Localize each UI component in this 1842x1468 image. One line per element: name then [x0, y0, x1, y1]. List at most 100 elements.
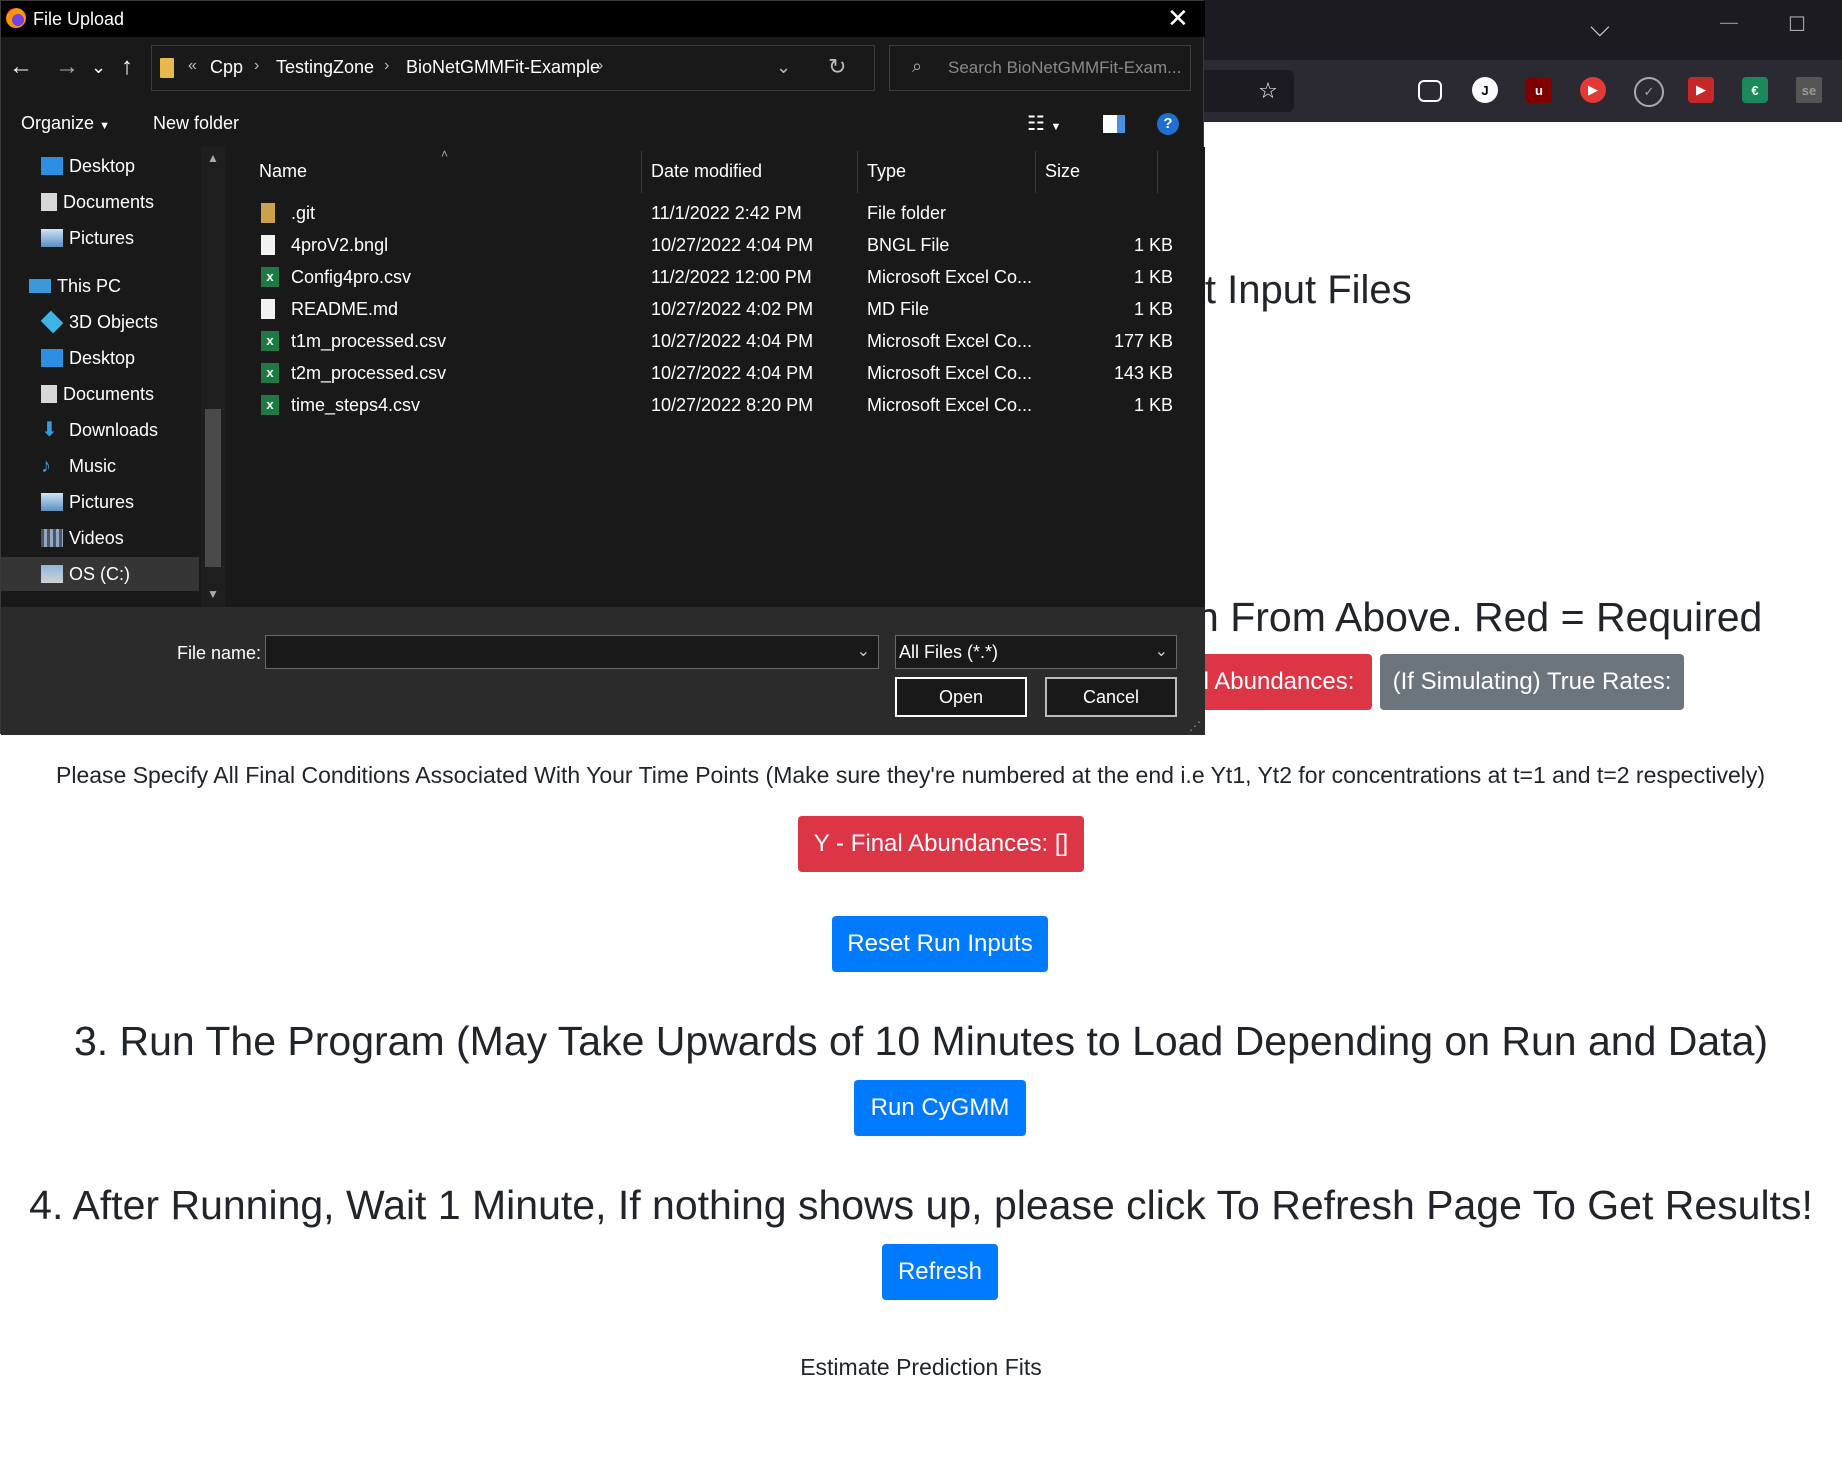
file-type: BNGL File — [867, 235, 950, 255]
column-header-size[interactable]: Size — [1045, 161, 1080, 182]
nav-item-desktop-2[interactable]: Desktop — [1, 341, 201, 375]
help-icon[interactable]: ? — [1157, 113, 1179, 135]
shield-extension-icon[interactable]: € — [1742, 77, 1768, 103]
final-abundances-button[interactable]: Y - Final Abundances: [] — [798, 816, 1084, 872]
navigation-scrollbar[interactable]: ▲ ▼ — [201, 147, 225, 607]
column-header-name[interactable]: Name — [259, 161, 307, 182]
file-name: t2m_processed.csv — [291, 363, 447, 383]
nav-item-label: Downloads — [69, 419, 159, 440]
pictures-icon — [41, 493, 63, 511]
breadcrumb-overflow[interactable]: « — [188, 57, 197, 75]
preview-pane-icon[interactable] — [1103, 115, 1125, 133]
open-button[interactable]: Open — [895, 677, 1027, 717]
column-header-type[interactable]: Type — [867, 161, 906, 182]
column-header-date-modified[interactable]: Date modified — [651, 161, 762, 182]
ublock-icon[interactable]: u — [1526, 77, 1552, 103]
organize-menu[interactable]: Organize ▼ — [21, 113, 110, 134]
file-type: Microsoft Excel Co... — [867, 331, 1033, 351]
address-bar[interactable]: « Cpp › TestingZone › BioNetGMMFit-Examp… — [151, 45, 875, 91]
file-type: Microsoft Excel Co... — [867, 267, 1033, 287]
view-options-icon[interactable]: ☷ ▼ — [1027, 111, 1061, 136]
nav-item-music[interactable]: ♪ Music — [1, 449, 201, 483]
column-divider[interactable] — [1035, 151, 1036, 193]
nav-item-downloads[interactable]: ⬇ Downloads — [1, 413, 201, 447]
list-all-tabs-chevron-icon[interactable]: ⌵ — [1590, 12, 1610, 44]
reset-run-inputs-button[interactable]: Reset Run Inputs — [832, 916, 1048, 972]
youtube-alt-extension-icon[interactable]: ▶ — [1688, 77, 1714, 103]
documents-icon — [41, 385, 57, 403]
breadcrumb-cpp[interactable]: Cpp — [210, 57, 243, 78]
breadcrumb-chevron-icon[interactable]: › — [598, 57, 603, 75]
extension-tile-icon[interactable]: se — [1796, 77, 1822, 103]
forward-arrow-icon[interactable]: → — [55, 53, 79, 81]
column-divider[interactable] — [857, 151, 858, 193]
file-name: time_steps4.csv — [291, 395, 421, 415]
nav-item-pictures-2[interactable]: Pictures — [1, 485, 201, 519]
command-bar: Organize ▼ New folder ☷ ▼ ? — [1, 101, 1205, 147]
nav-item-label: Videos — [69, 527, 124, 548]
account-avatar-icon[interactable]: J — [1472, 77, 1498, 103]
browser-titlebar: ⌵ — ☐ — [1204, 0, 1842, 60]
maximize-button[interactable]: ☐ — [1788, 12, 1806, 37]
scroll-down-icon[interactable]: ▼ — [207, 587, 219, 601]
dialog-title: File Upload — [33, 9, 125, 29]
pictures-icon — [41, 229, 63, 247]
run-cygmm-button[interactable]: Run CyGMM — [854, 1080, 1026, 1136]
back-arrow-icon[interactable]: ← — [9, 53, 33, 81]
nav-item-pictures[interactable]: Pictures — [1, 221, 201, 255]
nav-item-os-c[interactable]: OS (C:) — [1, 557, 199, 591]
true-rates-button[interactable]: (If Simulating) True Rates: — [1380, 654, 1684, 710]
scroll-up-icon[interactable]: ▲ — [207, 151, 219, 165]
search-box[interactable]: ⌕ Search BioNetGMMFit-Exam... — [889, 45, 1191, 91]
file-size: 1 KB — [1133, 395, 1173, 415]
file-icon — [261, 299, 275, 319]
refresh-icon[interactable]: ↻ — [828, 54, 846, 80]
nav-item-documents-2[interactable]: Documents — [1, 377, 201, 411]
file-type-dropdown-icon[interactable]: ⌄ — [1155, 641, 1168, 661]
file-row[interactable]: 4proV2.bngl 10/27/2022 4:04 PM BNGL File… — [257, 229, 1187, 261]
refresh-button[interactable]: Refresh — [882, 1244, 998, 1300]
file-name-input[interactable]: ⌄ — [265, 635, 879, 669]
cancel-button[interactable]: Cancel — [1045, 677, 1177, 717]
downloads-icon: ⬇ — [41, 419, 58, 441]
close-icon[interactable]: ✕ — [1167, 3, 1189, 34]
file-row[interactable]: x t2m_processed.csv 10/27/2022 4:04 PM M… — [257, 357, 1187, 389]
sort-ascending-icon: ˄ — [441, 147, 449, 161]
column-divider[interactable] — [1157, 151, 1158, 193]
resize-grip-icon[interactable]: ⋰ — [1189, 719, 1201, 733]
nav-item-desktop[interactable]: Desktop — [1, 149, 201, 183]
excel-icon: x — [261, 331, 279, 351]
breadcrumb-testingzone[interactable]: TestingZone — [276, 57, 374, 78]
bookmark-star-icon[interactable]: ☆ — [1254, 77, 1282, 105]
file-row[interactable]: README.md 10/27/2022 4:02 PM MD File 1 K… — [257, 293, 1187, 325]
file-type-select[interactable]: All Files (*.*) ⌄ — [895, 635, 1177, 669]
minimize-button[interactable]: — — [1720, 12, 1738, 33]
breadcrumb-bionetgmmfit-example[interactable]: BioNetGMMFit-Example — [406, 57, 600, 78]
nav-item-videos[interactable]: Videos — [1, 521, 201, 555]
pocket-icon[interactable] — [1418, 80, 1442, 102]
nav-item-documents[interactable]: Documents — [1, 185, 201, 219]
dialog-titlebar: File Upload ✕ — [1, 1, 1205, 37]
checkmark-extension-icon[interactable]: ✓ — [1634, 77, 1664, 107]
breadcrumb-chevron-icon[interactable]: › — [254, 57, 259, 75]
file-date: 10/27/2022 8:20 PM — [651, 395, 814, 415]
3d-objects-icon — [40, 310, 64, 334]
file-name-dropdown-icon[interactable]: ⌄ — [857, 641, 870, 661]
file-row[interactable]: x t1m_processed.csv 10/27/2022 4:04 PM M… — [257, 325, 1187, 357]
up-arrow-icon[interactable]: ↑ — [121, 53, 133, 81]
initial-abundances-button[interactable]: l Abundances: — [1186, 654, 1372, 710]
navigation-row: ← → ⌄ ↑ « Cpp › TestingZone › BioNetGMMF… — [1, 45, 1205, 93]
scrollbar-thumb[interactable] — [205, 409, 221, 567]
file-date: 10/27/2022 4:04 PM — [651, 363, 814, 383]
file-row[interactable]: x Config4pro.csv 11/2/2022 12:00 PM Micr… — [257, 261, 1187, 293]
recent-locations-chevron-icon[interactable]: ⌄ — [91, 57, 106, 78]
nav-item-this-pc[interactable]: This PC — [1, 269, 201, 303]
nav-item-3d-objects[interactable]: 3D Objects — [1, 305, 201, 339]
new-folder-button[interactable]: New folder — [153, 113, 239, 134]
column-divider[interactable] — [641, 151, 642, 193]
file-row[interactable]: .git 11/1/2022 2:42 PM File folder — [257, 197, 1187, 229]
file-row[interactable]: x time_steps4.csv 10/27/2022 8:20 PM Mic… — [257, 389, 1187, 421]
address-dropdown-chevron-icon[interactable]: ⌄ — [776, 57, 791, 78]
youtube-extension-icon[interactable]: ▶ — [1580, 77, 1606, 103]
breadcrumb-chevron-icon[interactable]: › — [384, 57, 389, 75]
